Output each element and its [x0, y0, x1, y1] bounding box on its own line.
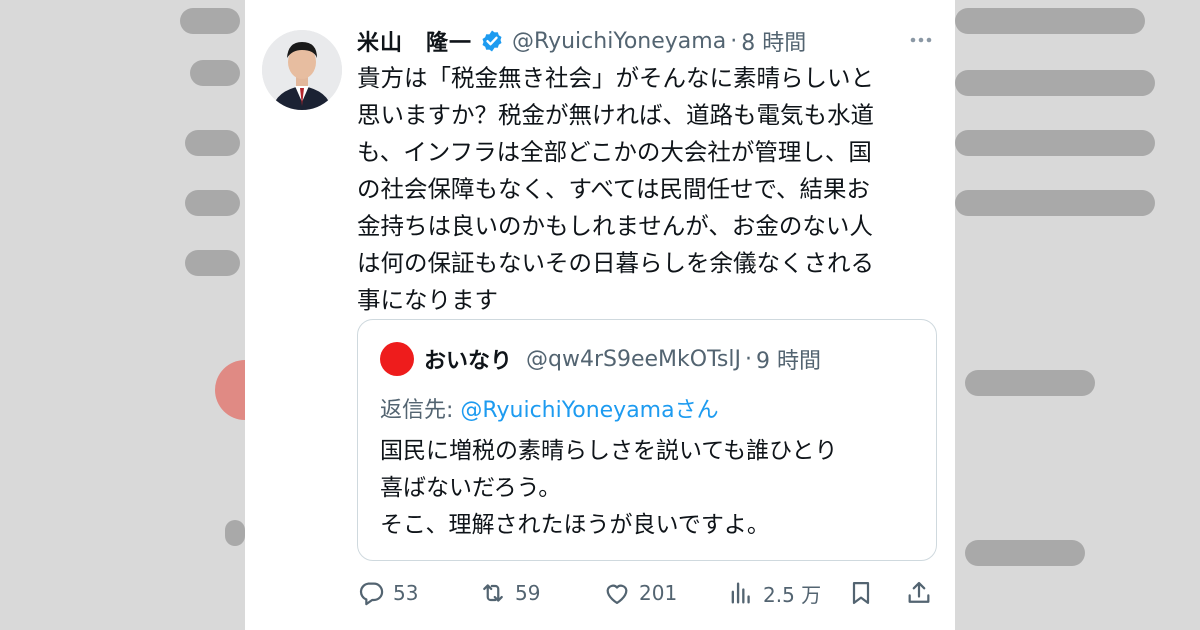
quoted-author-handle[interactable]: @qw4rS9eeMkOTslJ — [526, 347, 741, 372]
quoted-author-avatar[interactable] — [380, 342, 414, 376]
blurred-background-left — [0, 0, 245, 630]
separator: · — [730, 28, 738, 54]
author-handle[interactable]: @RyuichiYoneyama — [512, 29, 726, 54]
quoted-line: そこ、理解されたほうが良いですよ。 — [380, 512, 770, 538]
quoted-author-name[interactable]: おいなり — [424, 343, 512, 375]
share-icon — [908, 581, 930, 603]
reply-to-line: 返信先: @RyuichiYoneyamaさん — [380, 392, 719, 424]
reply-suffix: さん — [674, 398, 719, 423]
retweet-button[interactable]: 59 — [479, 572, 540, 614]
reply-button[interactable]: 53 — [357, 572, 418, 614]
tweet-body: 貴方は「税金無き社会」がそんなに素晴らしいと 思いますか？税金が無ければ、道路も… — [357, 60, 925, 319]
view-count: 2.5 万 — [763, 582, 822, 607]
share-button[interactable] — [905, 572, 933, 614]
quoted-line: 喜ばないだろう。 — [380, 475, 562, 501]
reply-icon — [359, 582, 384, 606]
tweet-line: は何の保証もないその日暮らしを余儀なくされる — [357, 249, 874, 277]
verified-badge-icon — [480, 29, 504, 53]
quoted-tweet-header: おいなり @qw4rS9eeMkOTslJ · 9 時間 — [380, 342, 821, 376]
bookmark-button[interactable] — [847, 572, 875, 614]
retweet-icon — [483, 584, 503, 602]
tweet-line: 貴方は「税金無き社会」がそんなに素晴らしいと — [357, 64, 874, 92]
tweet-line: の社会保障もなく、すべては民間任せで、結果お — [357, 175, 871, 203]
more-options-icon[interactable] — [906, 30, 936, 50]
quoted-tweet[interactable]: おいなり @qw4rS9eeMkOTslJ · 9 時間 返信先: @Ryuic… — [357, 319, 937, 561]
blurred-background-right — [955, 0, 1200, 630]
quoted-tweet-body: 国民に増税の素晴らしさを説いても誰ひとり 喜ばないだろう。 そこ、理解されたほう… — [380, 433, 837, 544]
reply-mention-link[interactable]: @RyuichiYoneyama — [460, 398, 674, 423]
quoted-line: 国民に増税の素晴らしさを説いても誰ひとり — [380, 438, 838, 464]
tweet-line: も、インフラは全部どこかの大会社が管理し、国 — [357, 138, 872, 166]
author-name[interactable]: 米山 隆一 — [357, 25, 472, 57]
author-avatar[interactable] — [262, 30, 342, 110]
tweet-header: 米山 隆一 @RyuichiYoneyama · 8 時間 — [357, 25, 937, 57]
quoted-timestamp[interactable]: 9 時間 — [756, 343, 821, 375]
reply-prefix: 返信先: — [380, 398, 461, 423]
like-count: 201 — [639, 581, 678, 605]
tweet-line: 金持ちは良いのかもしれませんが、お金のない人 — [357, 212, 873, 240]
reply-count: 53 — [393, 581, 419, 605]
separator: · — [744, 346, 752, 372]
views-button[interactable]: 2.5 万 — [727, 572, 821, 614]
tweet-line: 思いますか？税金が無ければ、道路も電気も水道 — [357, 101, 874, 129]
like-button[interactable]: 201 — [603, 572, 677, 614]
bookmark-icon — [852, 581, 870, 605]
analytics-icon — [731, 582, 750, 604]
tweet-line: 事になります — [357, 286, 498, 314]
action-bar: 53 59 201 2.5 万 — [357, 572, 937, 614]
heart-icon — [606, 584, 628, 605]
retweet-count: 59 — [515, 581, 541, 605]
author-photo — [262, 30, 342, 110]
tweet-timestamp[interactable]: 8 時間 — [741, 25, 806, 57]
